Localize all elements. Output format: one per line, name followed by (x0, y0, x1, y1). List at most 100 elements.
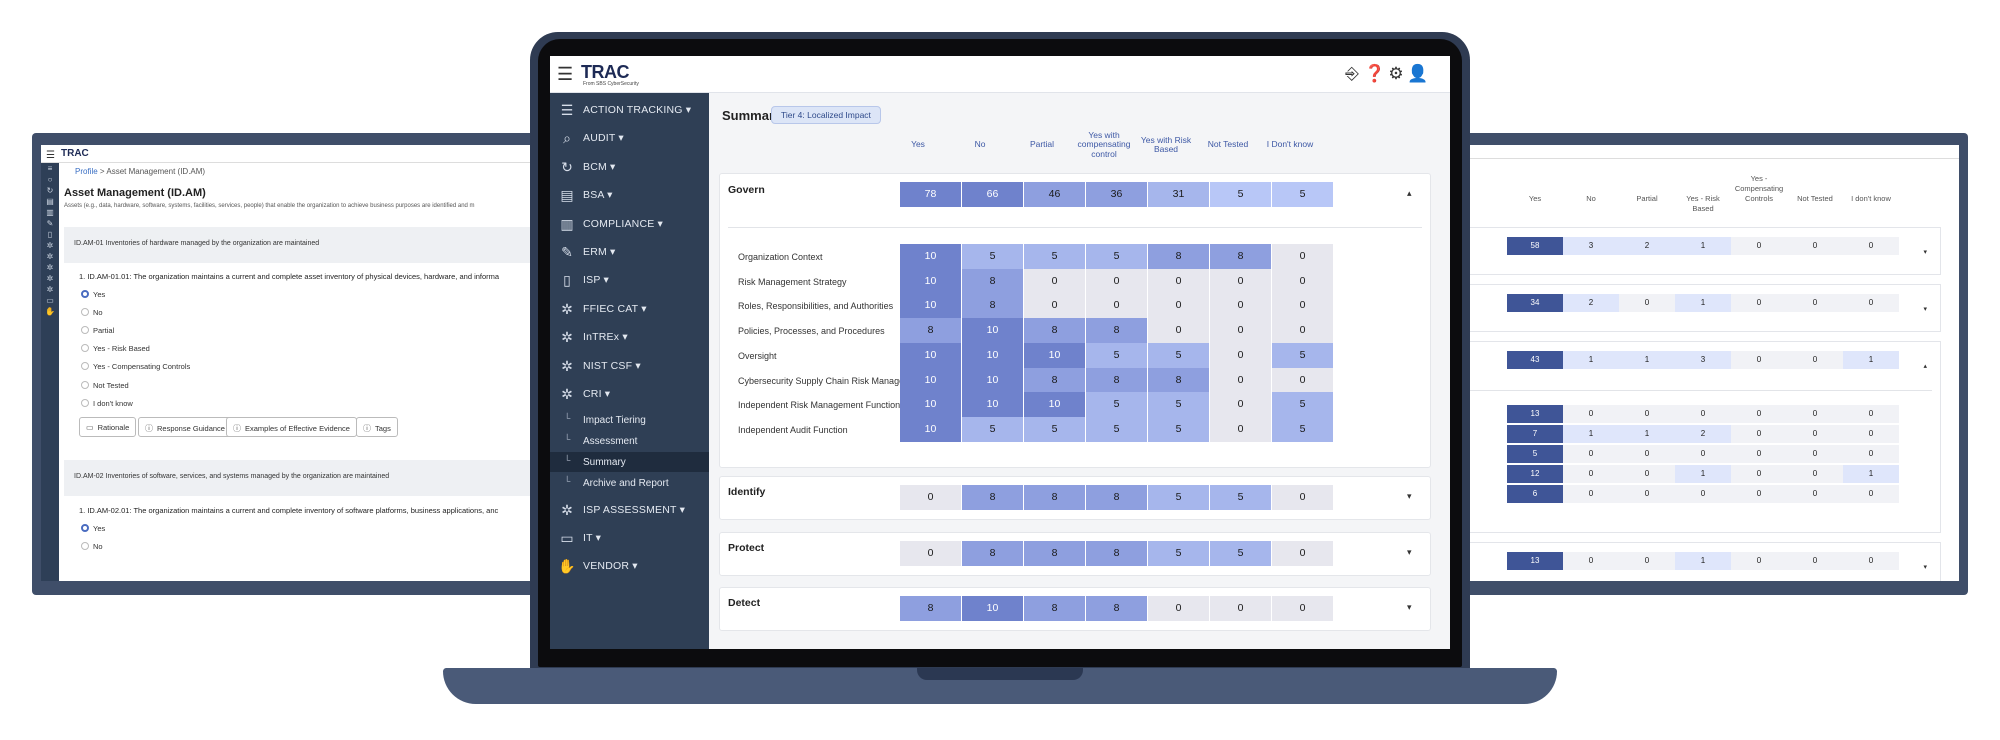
subcategory-label: Independent Audit Function (738, 424, 848, 435)
help-icon[interactable]: ❓ (1364, 64, 1385, 84)
document-icon[interactable]: ▯ (41, 229, 59, 240)
sub-item-assessment[interactable]: └ Assessment (550, 431, 709, 451)
nav-item-vendor[interactable]: ✋ VENDOR ▾ (550, 552, 709, 580)
nav-item-intrex[interactable]: ✲ InTREx ▾ (550, 323, 709, 351)
value-cell: 0 (1787, 351, 1843, 369)
section-header-text: ID.AM-02 Inventories of software, servic… (74, 473, 390, 480)
option-dont-know[interactable]: I don't know (81, 399, 133, 408)
nav-item-label: IT ▾ (583, 532, 602, 544)
network-icon[interactable]: ✲ (41, 284, 59, 295)
network-icon[interactable]: ✲ (41, 251, 59, 262)
nav-item-ffiec-cat[interactable]: ✲ FFIEC CAT ▾ (550, 295, 709, 323)
user-icon[interactable]: 👤 (1407, 64, 1428, 84)
radio[interactable] (81, 326, 89, 334)
chevron-down-icon[interactable]: ▾ (1407, 547, 1412, 558)
value-cell: 31 (1148, 182, 1209, 207)
magnifier-icon: ⌕ (563, 130, 571, 147)
chevron-up-icon[interactable]: ▴ (1407, 188, 1412, 199)
value-cell: 0 (1619, 465, 1675, 483)
value-cell: 0 (1210, 318, 1271, 344)
breadcrumb: Profile > Asset Management (ID.AM) (75, 167, 205, 176)
tier-badge[interactable]: Tier 4: Localized Impact (771, 106, 881, 124)
nav-item-isp-assessment[interactable]: ✲ ISP ASSESSMENT ▾ (550, 496, 709, 524)
magnifier-icon[interactable]: ○ (41, 174, 59, 185)
chevron-down-icon[interactable]: ▾ (1407, 491, 1412, 502)
breadcrumb-profile-link[interactable]: Profile (75, 167, 98, 176)
col-header-0: Yes (911, 139, 925, 150)
network-icon[interactable]: ✲ (41, 273, 59, 284)
radio[interactable] (81, 362, 89, 370)
radio[interactable] (81, 381, 89, 389)
nav-item-nist-csf[interactable]: ✲ NIST CSF ▾ (550, 352, 709, 380)
value-cell: 0 (1787, 552, 1843, 570)
option-yes-compensating[interactable]: Yes - Compensating Controls (81, 362, 190, 371)
option-yes[interactable]: Yes (81, 290, 105, 299)
value-cell: 2 (1563, 294, 1619, 312)
network-icon[interactable]: ✲ (41, 262, 59, 273)
value-cell: 0 (1619, 552, 1675, 570)
left-topbar: ☰ TRAC (41, 145, 612, 163)
value-cell: 10 (962, 367, 1023, 393)
radio[interactable] (81, 344, 89, 352)
col-header-compensating: Yes - Compensating Controls (1734, 174, 1784, 203)
value-cell: 5 (1272, 342, 1333, 368)
value-cell: 0 (1675, 405, 1731, 423)
value-cell: 0 (1787, 294, 1843, 312)
brand-tagline: From SBS CyberSecurity (583, 81, 639, 87)
value-cell: 0 (1563, 552, 1619, 570)
option-yes-risk-based[interactable]: Yes - Risk Based (81, 344, 150, 353)
list-icon: ☰ (560, 102, 574, 118)
chevron-down-icon[interactable]: ▾ (1407, 602, 1412, 613)
nav-item-bcm[interactable]: ↻ BCM ▾ (550, 153, 709, 181)
network-icon: ✲ (561, 386, 573, 402)
radio-selected[interactable] (81, 290, 89, 298)
nav-item-action-tracking[interactable]: ☰ ACTION TRACKING ▾ (550, 96, 709, 124)
option-no[interactable]: No (81, 542, 103, 551)
subcategory-row: Independent Audit Function 10 5 5 5 5 0 5 (720, 416, 1432, 442)
nav-item-isp[interactable]: ▯ ISP ▾ (550, 266, 709, 294)
list-icon[interactable]: ≡ (41, 163, 59, 174)
value-cell: 0 (1210, 367, 1271, 393)
radio[interactable] (81, 542, 89, 550)
gear-icon[interactable]: ⚙ (1386, 64, 1406, 84)
table-row: 7112000 (1425, 425, 1959, 443)
menu-icon[interactable]: ☰ (557, 64, 573, 85)
menu-icon[interactable]: ☰ (46, 150, 55, 161)
nav-item-compliance[interactable]: ▥ COMPLIANCE ▾ (550, 210, 709, 238)
nav-item-bsa[interactable]: ▤ BSA ▾ (550, 181, 709, 209)
nav-item-it[interactable]: ▭ IT ▾ (550, 524, 709, 552)
right-monitor-screen: Yes No Partial Yes - Risk Based Yes - Co… (1425, 145, 1959, 581)
breadcrumb-separator: > (99, 167, 105, 176)
value-cell: 8 (1024, 318, 1085, 344)
radio-selected[interactable] (81, 524, 89, 532)
option-yes[interactable]: Yes (81, 524, 105, 533)
sub-item-archive-and-report[interactable]: └ Archive and Report (550, 473, 709, 493)
building-icon[interactable]: ▥ (41, 207, 59, 218)
nav-item-audit[interactable]: ⌕ AUDIT ▾ (550, 124, 709, 152)
radio[interactable] (81, 308, 89, 316)
value-cell: 10 (900, 367, 961, 393)
value-cell: 10 (962, 342, 1023, 368)
refresh-icon[interactable]: ↻ (41, 185, 59, 196)
option-partial[interactable]: Partial (81, 326, 114, 335)
exit-door-icon[interactable]: ⎆ (1342, 64, 1362, 84)
pencil-doc-icon[interactable]: ✎ (41, 218, 59, 229)
rationale-button[interactable]: ▭ Rationale (79, 417, 137, 437)
nav-item-cri[interactable]: ✲ CRI ▾ (550, 380, 709, 408)
examples-evidence-button[interactable]: ⓘ Examples of Effective Evidence (226, 417, 357, 437)
sub-item-impact-tiering[interactable]: └ Impact Tiering (550, 410, 709, 430)
network-icon[interactable]: ✲ (41, 240, 59, 251)
radio[interactable] (81, 399, 89, 407)
option-no[interactable]: No (81, 308, 103, 317)
nav-item-label: VENDOR ▾ (583, 560, 638, 573)
handshake-icon[interactable]: ✋ (41, 306, 59, 317)
tags-button[interactable]: ⓘ Tags (356, 417, 398, 437)
sub-item-summary[interactable]: └ Summary (550, 452, 709, 472)
nav-item-erm[interactable]: ✎ ERM ▾ (550, 238, 709, 266)
response-guidance-button[interactable]: ⓘ Response Guidance (138, 417, 232, 437)
option-not-tested[interactable]: Not Tested (81, 381, 129, 390)
monitor-icon[interactable]: ▭ (41, 295, 59, 306)
documents-icon[interactable]: ▤ (41, 196, 59, 207)
value-cell: 0 (1731, 552, 1787, 570)
category-card-govern: Govern 78 66 46 36 31 5 5 ▴ Organization Context 1… (719, 173, 1431, 468)
